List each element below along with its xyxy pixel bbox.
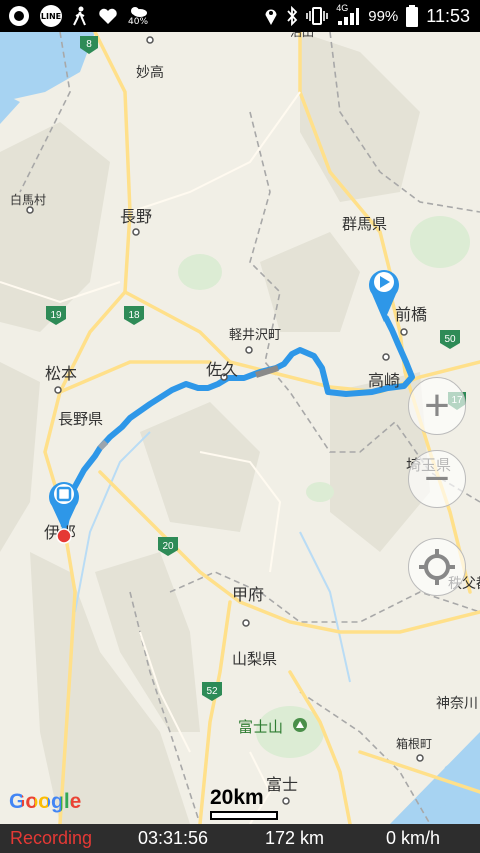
label-maebashi: 前橋 — [395, 306, 427, 324]
map-view[interactable]: 8 19 18 50 17 20 52 妙高 白馬村 長野 群馬県 前橋 軽井沢… — [0, 32, 480, 824]
scale-label: 20km — [210, 786, 264, 809]
label-fujisan: 富士山 — [238, 718, 283, 736]
record-icon — [8, 5, 30, 27]
zoom-in-button[interactable]: + — [408, 377, 466, 435]
rain-chance: 40% — [128, 17, 149, 27]
label-kanagawa: 神奈川 — [436, 695, 478, 711]
label-yamanashi: 山梨県 — [232, 651, 277, 668]
clock: 11:53 — [426, 5, 470, 26]
label-numata: 沼田 — [290, 32, 314, 39]
minus-icon: − — [424, 454, 450, 503]
bluetooth-icon — [286, 6, 298, 26]
label-saku: 佐久 — [206, 361, 238, 379]
svg-text:20: 20 — [162, 541, 174, 552]
distance: 172 km — [265, 828, 325, 848]
label-nagano-pref: 長野県 — [58, 411, 103, 428]
battery-percent: 99% — [368, 7, 399, 25]
google-attribution: Google — [9, 790, 82, 813]
label-gunma: 群馬県 — [342, 216, 387, 233]
speed: 0 km/h — [386, 828, 441, 848]
label-kofu: 甲府 — [232, 586, 264, 604]
label-hakuba: 白馬村 — [10, 192, 46, 207]
crosshair-icon — [417, 547, 457, 587]
map-scale: 20km — [210, 786, 278, 820]
label-takasaki: 高崎 — [368, 372, 400, 390]
google-logo[interactable]: Google — [9, 790, 81, 814]
weather-icon: 40% — [128, 5, 148, 27]
label-matsumoto: 松本 — [45, 365, 77, 383]
recording-status: Recording — [10, 828, 93, 848]
heart-icon — [98, 7, 118, 25]
recording-status-bar: Recording 03:31:56 172 km 0 km/h — [0, 824, 480, 853]
svg-text:50: 50 — [444, 334, 456, 345]
status-bar: LINE 40% 4G 99% 11:53 — [0, 0, 480, 32]
svg-text:52: 52 — [206, 686, 218, 697]
map-canvas[interactable]: 8 19 18 50 17 20 52 妙高 白馬村 長野 群馬県 前橋 軽井沢… — [0, 32, 480, 824]
svg-text:19: 19 — [50, 310, 62, 321]
plus-icon: + — [424, 381, 450, 430]
location-icon — [264, 6, 278, 26]
line-app-icon: LINE — [40, 5, 62, 27]
svg-text:8: 8 — [86, 39, 92, 50]
elapsed-time: 03:31:56 — [138, 828, 209, 848]
label-hakone: 箱根町 — [396, 736, 432, 751]
my-location-button[interactable] — [408, 538, 466, 596]
scale-bar — [210, 811, 278, 820]
battery-icon — [406, 5, 419, 27]
svg-text:18: 18 — [128, 310, 140, 321]
label-myoko: 妙高 — [136, 64, 164, 80]
vibrate-icon — [306, 6, 329, 26]
mountain-icon — [293, 718, 307, 732]
zoom-out-button[interactable]: − — [408, 450, 466, 508]
signal-icon: 4G — [336, 3, 360, 27]
walking-icon — [72, 5, 88, 27]
label-karuizawa: 軽井沢町 — [229, 327, 281, 342]
network-type: 4G — [336, 3, 349, 13]
label-nagano: 長野 — [120, 208, 152, 226]
